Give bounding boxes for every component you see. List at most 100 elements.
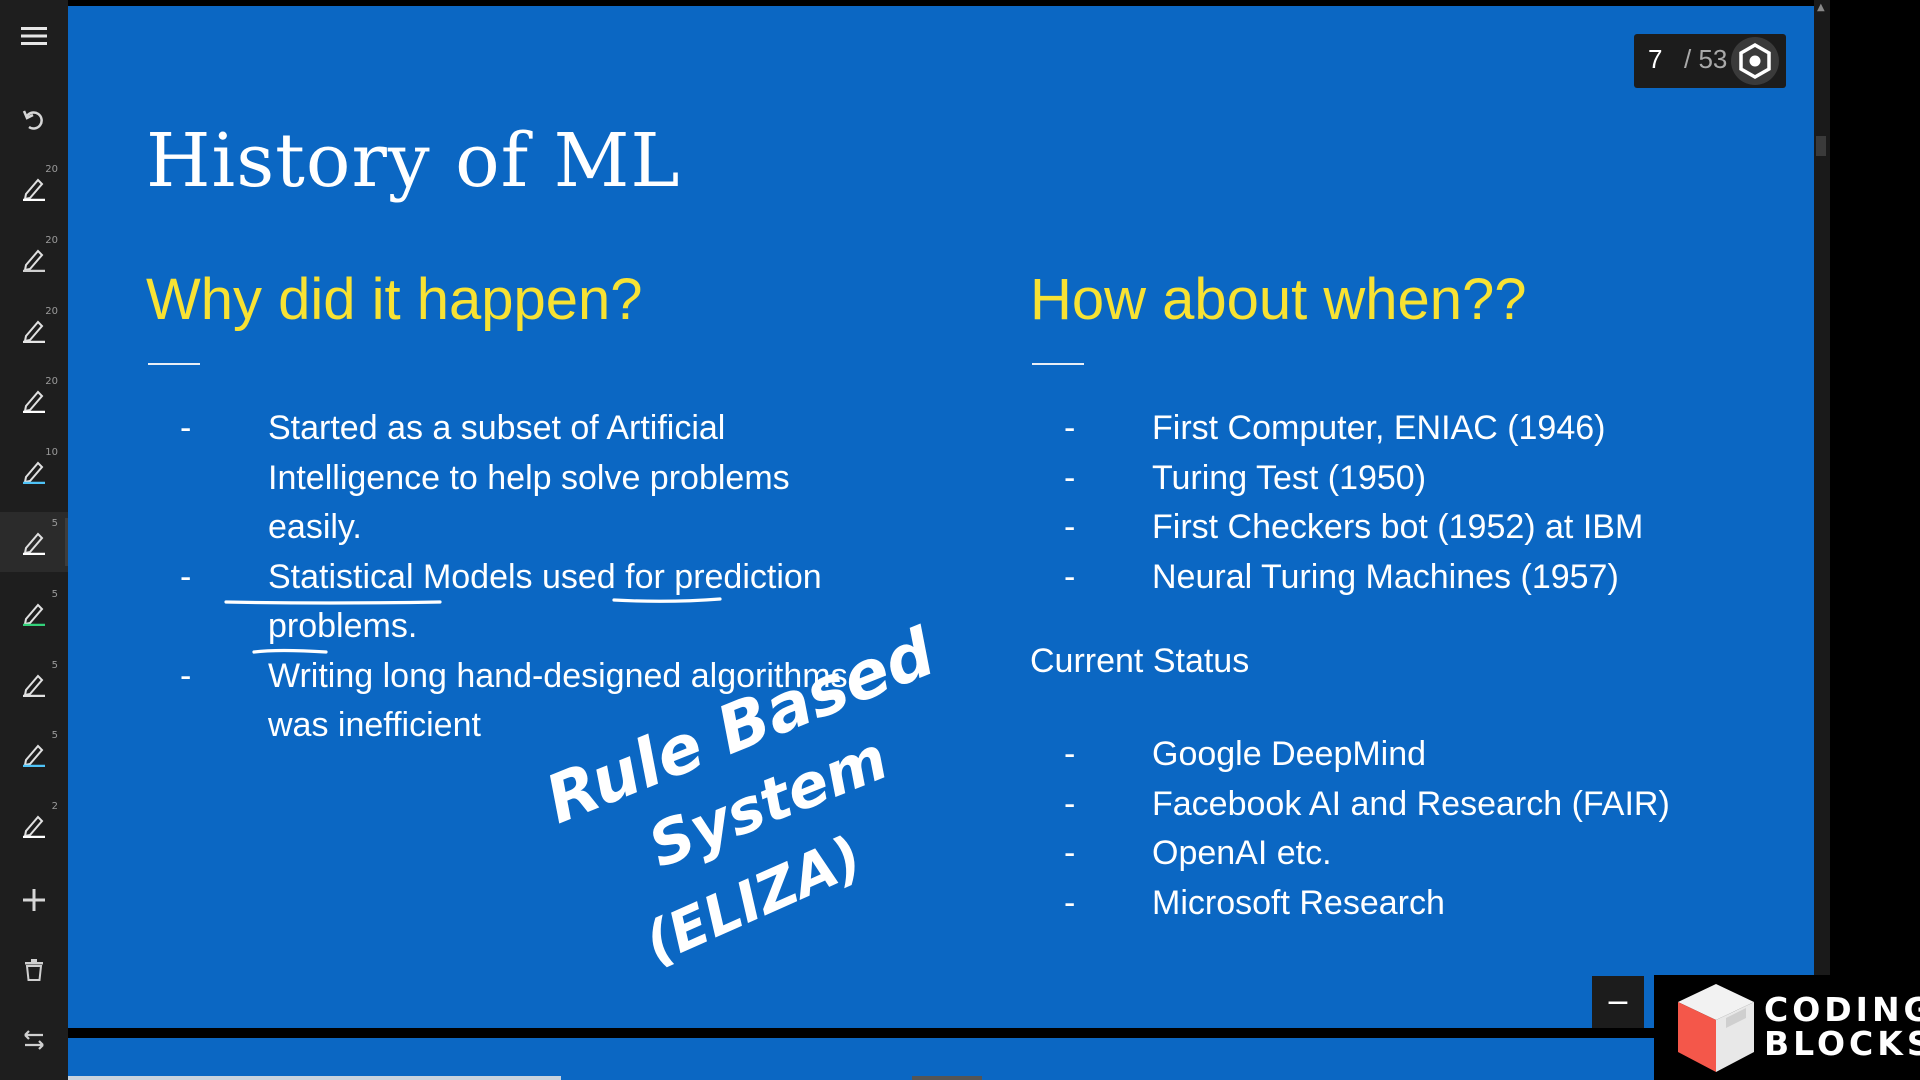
bullet-text: OpenAI etc.	[1152, 834, 1332, 872]
progress-marker	[912, 1076, 982, 1080]
bullet-dash: -	[1064, 735, 1076, 773]
undo-icon[interactable]	[0, 90, 68, 150]
bullet-text: Turing Test (1950)	[1152, 458, 1427, 497]
video-progress-bar[interactable]	[68, 1076, 561, 1080]
bullet-text: Neural Turing Machines (1957)	[1152, 557, 1619, 596]
pen-icon	[23, 390, 45, 414]
minimize-button[interactable]: −	[1592, 976, 1644, 1028]
slide-title: History of ML	[146, 118, 681, 204]
pen-size-label: 20	[45, 164, 58, 175]
menu-icon[interactable]	[0, 6, 68, 66]
total-slides: / 53	[1684, 44, 1728, 74]
pen-size-label: 5	[51, 730, 58, 742]
list-item: - Statistical Models used for prediction p…	[180, 553, 848, 652]
bullet-line: Writing long hand-designed algorithms	[268, 656, 848, 695]
minus-icon: −	[1605, 984, 1631, 1020]
left-heading: Why did it happen?	[146, 267, 643, 332]
pen-size-label: 2	[51, 801, 58, 813]
pen-size-label: 20	[45, 376, 58, 388]
pen-icon	[23, 461, 45, 485]
pen-icon	[23, 603, 45, 626]
coding-blocks-logo: CODING BLOCKS	[1654, 975, 1920, 1080]
logo-word-blocks: BLOCKS	[1764, 1024, 1920, 1063]
current-status-list: - Google DeepMind - Facebook AI and Researc…	[1064, 730, 1670, 928]
pen-size-label: 10	[45, 447, 58, 459]
pen-size-label: 5	[51, 588, 58, 600]
pen-tool[interactable]: 10	[0, 441, 68, 501]
pen-tool[interactable]: 20	[0, 229, 68, 289]
pen-tool[interactable]: 5	[0, 512, 68, 572]
left-heading-rule	[148, 363, 200, 365]
pen-icon	[23, 532, 45, 555]
settings-icon[interactable]	[1727, 34, 1783, 88]
bullet-line: problems.	[268, 607, 418, 645]
plus-icon[interactable]	[0, 870, 68, 930]
right-heading: How about when??	[1030, 267, 1527, 332]
bullet-line: easily.	[268, 508, 362, 546]
pen-icon	[23, 178, 45, 201]
bullet-dash: -	[1064, 883, 1076, 922]
bullet-text: Google DeepMind	[1152, 735, 1427, 773]
bullet-dash: -	[180, 409, 192, 447]
list-item: - Writing long hand-designed algorithms wa…	[180, 652, 848, 751]
scrollbar-thumb[interactable]	[1816, 136, 1826, 156]
list-item: - First Checkers bot (1952) at IBM	[1064, 503, 1643, 553]
pen-size-label: 5	[51, 659, 58, 671]
list-item: - Neural Turing Machines (1957)	[1064, 553, 1643, 603]
pen-size-label: 20	[45, 305, 58, 317]
pen-size-label: 20	[45, 234, 58, 246]
pen-icon	[23, 744, 45, 768]
slide-counter: 7 / 53	[1634, 34, 1786, 88]
list-item: - OpenAI etc.	[1064, 829, 1670, 879]
list-item: - Started as a subset of Artificial Intell…	[180, 404, 848, 553]
pen-tool[interactable]: 5	[0, 583, 68, 643]
logo-word-coding: CODING	[1764, 990, 1920, 1029]
bullet-dash: -	[1064, 784, 1076, 823]
pen-tool[interactable]: 5	[0, 724, 68, 784]
bullet-dash: -	[1064, 557, 1076, 596]
pen-tool[interactable]: 20	[0, 370, 68, 430]
pen-icon	[23, 249, 45, 272]
pen-size-label: 5	[51, 518, 58, 529]
pen-tool[interactable]: 20	[0, 300, 68, 360]
current-status-label: Current Status	[1030, 642, 1250, 680]
bullet-dash: -	[180, 557, 192, 596]
bullet-text: First Checkers bot (1952) at IBM	[1152, 508, 1644, 546]
bullet-text: Facebook AI and Research (FAIR)	[1152, 784, 1670, 823]
pen-icon	[23, 815, 45, 839]
scroll-up-icon[interactable]: ▲	[1817, 2, 1825, 13]
bullet-text: First Computer, ENIAC (1946)	[1152, 409, 1606, 447]
handwriting-eliza: (ELIZA)	[635, 824, 871, 977]
bullet-dash: -	[1064, 508, 1076, 546]
list-item: - Microsoft Research	[1064, 879, 1670, 929]
current-slide-number: 7	[1648, 44, 1663, 74]
bullet-line: was inefficient	[268, 706, 481, 744]
pen-tool[interactable]: 20	[0, 158, 68, 218]
bullet-dash: -	[1064, 409, 1076, 447]
cube-logo-icon	[1678, 984, 1754, 1072]
swap-icon[interactable]	[0, 1010, 68, 1070]
list-item: - First Computer, ENIAC (1946)	[1064, 404, 1643, 454]
bullet-line: Statistical Models used for prediction	[268, 557, 822, 596]
presentation-slide: History of ML Why did it happen? - Starte…	[68, 6, 1814, 1028]
annotation-toolbar: 20 20 20 20 10 5 5 5 5 2	[0, 0, 68, 1080]
bullet-line: Intelligence to help solve problems	[268, 458, 790, 497]
bullet-dash: -	[180, 656, 192, 695]
timeline-bullet-list: - First Computer, ENIAC (1946) - Turing Tes…	[1064, 404, 1643, 602]
left-bullet-list: - Started as a subset of Artificial Intell…	[180, 404, 848, 751]
list-item: - Facebook AI and Research (FAIR)	[1064, 780, 1670, 830]
bullet-dash: -	[1064, 834, 1076, 872]
scrollbar[interactable]: ▲	[1814, 0, 1830, 975]
pen-tool[interactable]: 2	[0, 795, 68, 855]
pen-icon	[23, 320, 45, 343]
bullet-dash: -	[1064, 458, 1076, 497]
slide-bottom-strip	[68, 1038, 1654, 1080]
pen-tool[interactable]: 5	[0, 654, 68, 714]
list-item: - Turing Test (1950)	[1064, 454, 1643, 504]
bullet-line: Started as a subset of Artificial	[268, 409, 726, 447]
list-item: - Google DeepMind	[1064, 730, 1670, 780]
pen-icon	[23, 674, 45, 697]
trash-icon[interactable]	[0, 940, 68, 1000]
bullet-text: Microsoft Research	[1152, 883, 1445, 922]
right-heading-rule	[1032, 363, 1084, 365]
